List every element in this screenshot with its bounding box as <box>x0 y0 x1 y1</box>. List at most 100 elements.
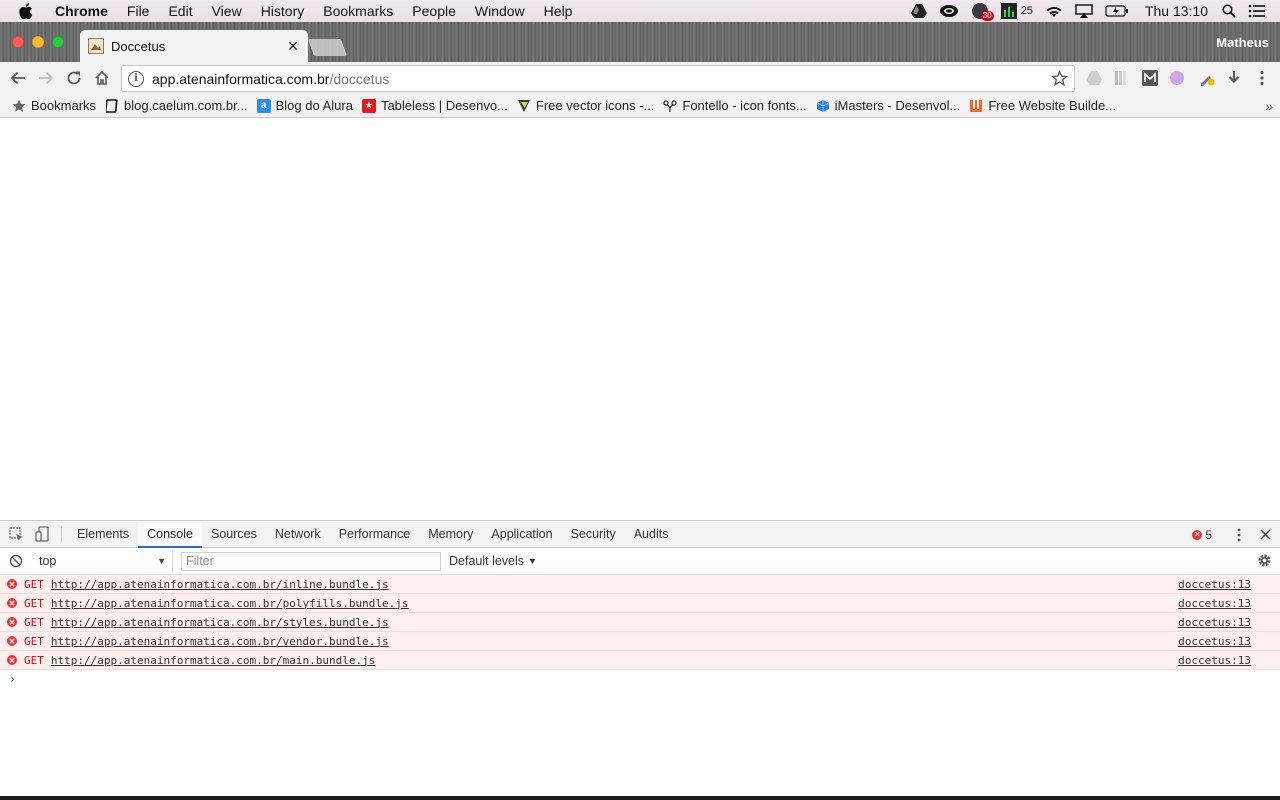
tab-network[interactable]: Network <box>266 521 330 548</box>
airplay-icon[interactable] <box>1075 0 1093 22</box>
console-messages: ✕ GET http://app.atenainformatica.com.br… <box>0 575 1280 688</box>
bookmark-item[interactable]: blog.caelum.com.br... <box>105 98 248 113</box>
request-url-link[interactable]: http://app.atenainformatica.com.br/main.… <box>51 654 376 667</box>
google-drive-icon[interactable] <box>910 0 927 22</box>
menu-window[interactable]: Window <box>475 3 525 19</box>
menu-view[interactable]: View <box>212 3 242 19</box>
menu-people[interactable]: People <box>412 3 456 19</box>
desktop-edge <box>0 796 1280 800</box>
bookmark-item[interactable]: Free vector icons -... <box>517 98 654 113</box>
dropdown-arrow-icon: ▼ <box>157 556 166 566</box>
site-info-icon[interactable]: i <box>128 70 144 87</box>
reload-icon[interactable] <box>60 64 88 92</box>
battery-icon[interactable] <box>1105 0 1129 22</box>
error-icon: ✕ <box>7 579 17 589</box>
bookmark-item[interactable]: a Blog do Alura <box>256 98 353 113</box>
context-value: top <box>39 554 57 568</box>
device-toolbar-icon[interactable] <box>29 521 55 548</box>
medium-extension-icon[interactable] <box>1141 69 1159 87</box>
devtools-close-icon[interactable] <box>1252 521 1278 548</box>
page-viewport <box>0 119 1280 520</box>
tab-performance[interactable]: Performance <box>330 521 420 548</box>
bookmark-item[interactable]: iMasters - Desenvol... <box>816 98 960 113</box>
source-location-link[interactable]: doccetus:13 <box>1178 635 1251 648</box>
error-icon: ✕ <box>1192 529 1203 540</box>
error-count-badge[interactable]: ✕ 5 <box>1192 528 1212 542</box>
tab-memory[interactable]: Memory <box>419 521 482 548</box>
apple-menu-icon[interactable] <box>19 3 37 19</box>
inspect-element-icon[interactable] <box>3 521 29 548</box>
tab-security[interactable]: Security <box>562 521 625 548</box>
browser-tab[interactable]: Doccetus ✕ <box>80 30 308 62</box>
levels-label: Default levels <box>449 554 525 568</box>
request-url-link[interactable]: http://app.atenainformatica.com.br/style… <box>51 616 389 629</box>
error-icon: ✕ <box>7 598 17 608</box>
bookmark-item[interactable]: ★ Tableless | Desenvo... <box>361 98 508 113</box>
tab-console[interactable]: Console <box>138 520 202 548</box>
bookmark-label: Tableless | Desenvo... <box>380 98 508 113</box>
window-close-button[interactable] <box>12 36 24 48</box>
console-prompt[interactable]: › <box>0 670 1280 688</box>
devtools-menu-icon[interactable] <box>1226 521 1252 548</box>
menu-clock[interactable]: Thu 13:10 <box>1145 3 1208 19</box>
pages-extension-icon[interactable] <box>1112 69 1130 87</box>
color-extension-icon[interactable] <box>1168 69 1186 87</box>
back-arrow-icon[interactable] <box>4 64 32 92</box>
bookmark-star-icon[interactable] <box>1050 69 1069 90</box>
log-levels-dropdown[interactable]: Default levels ▼ <box>449 554 537 568</box>
console-error-row: ✕ GET http://app.atenainformatica.com.br… <box>0 651 1280 670</box>
url-host: app.atenainformatica.com.br <box>152 70 330 87</box>
flaticon-icon <box>517 99 531 113</box>
bookmark-item[interactable]: Bookmarks <box>12 98 96 113</box>
bookmarks-bar: Bookmarks blog.caelum.com.br... a Blog d… <box>0 94 1280 118</box>
tab-application[interactable]: Application <box>482 521 561 548</box>
menu-bookmarks[interactable]: Bookmarks <box>323 3 393 19</box>
wifi-icon[interactable] <box>1045 0 1063 22</box>
source-location-link[interactable]: doccetus:13 <box>1178 616 1251 629</box>
spotlight-search-icon[interactable] <box>1222 0 1236 22</box>
tab-close-icon[interactable]: ✕ <box>284 38 302 55</box>
menu-history[interactable]: History <box>261 3 305 19</box>
console-error-row: ✕ GET http://app.atenainformatica.com.br… <box>0 632 1280 651</box>
request-url-link[interactable]: http://app.atenainformatica.com.br/inlin… <box>51 578 389 591</box>
drive-extension-icon[interactable] <box>1085 69 1103 87</box>
new-tab-button[interactable] <box>307 39 348 56</box>
console-filter-input[interactable] <box>181 551 441 571</box>
forward-arrow-icon[interactable] <box>32 64 60 92</box>
menu-edit[interactable]: Edit <box>168 3 192 19</box>
request-url-link[interactable]: http://app.atenainformatica.com.br/polyf… <box>51 597 409 610</box>
source-location-link[interactable]: doccetus:13 <box>1178 654 1251 667</box>
bookmark-item[interactable]: Free Website Builde... <box>969 98 1116 113</box>
menu-file[interactable]: File <box>127 3 150 19</box>
menu-app-name[interactable]: Chrome <box>55 3 108 19</box>
bookmark-label: blog.caelum.com.br... <box>124 98 248 113</box>
devtools-tab-bar: Elements Console Sources Network Perform… <box>0 520 1280 548</box>
profile-name-button[interactable]: Matheus <box>1216 35 1269 50</box>
download-icon[interactable] <box>1225 69 1243 87</box>
address-bar[interactable]: i app.atenainformatica.com.br/doccetus <box>121 65 1075 92</box>
source-location-link[interactable]: doccetus:13 <box>1178 597 1251 610</box>
tab-audits[interactable]: Audits <box>625 521 678 548</box>
bookmarks-overflow-chevron-icon[interactable]: » <box>1265 98 1273 114</box>
window-zoom-button[interactable] <box>52 36 64 48</box>
tab-sources[interactable]: Sources <box>202 521 266 548</box>
bookmark-item[interactable]: Fontello - icon fonts... <box>663 98 807 113</box>
creative-cloud-icon[interactable] <box>939 0 959 22</box>
request-url-link[interactable]: http://app.atenainformatica.com.br/vendo… <box>51 635 389 648</box>
console-settings-gear-icon[interactable] <box>1257 553 1272 571</box>
tab-elements[interactable]: Elements <box>68 521 138 548</box>
clear-console-icon[interactable] <box>3 548 29 575</box>
notification-app-icon[interactable]: 30 <box>971 0 994 22</box>
bookmark-label: Bookmarks <box>31 98 97 113</box>
bookmark-label: Free Website Builde... <box>988 98 1117 113</box>
chrome-menu-icon[interactable] <box>1253 69 1271 87</box>
activity-monitor-icon[interactable]: 25 <box>1000 0 1033 22</box>
menu-help[interactable]: Help <box>544 3 573 19</box>
notification-center-icon[interactable] <box>1248 0 1266 22</box>
source-location-link[interactable]: doccetus:13 <box>1178 578 1251 591</box>
execution-context-select[interactable]: top ▼ <box>33 550 173 572</box>
request-method: GET <box>24 634 44 648</box>
window-minimize-button[interactable] <box>32 36 44 48</box>
home-icon[interactable] <box>88 64 116 92</box>
eyedropper-extension-icon[interactable] <box>1198 69 1216 87</box>
